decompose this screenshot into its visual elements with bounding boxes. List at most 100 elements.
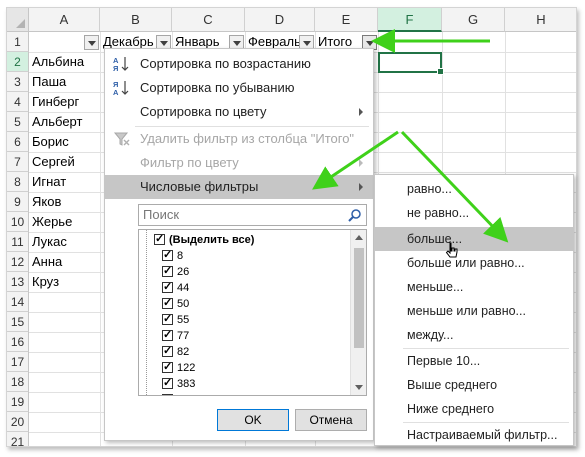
- checkbox-checked[interactable]: ✓: [162, 394, 173, 395]
- autofilter-menu: АЯ Сортировка по возрастанию ЯА Сортиров…: [104, 48, 374, 441]
- filter-search-input[interactable]: Поиск: [138, 204, 367, 226]
- search-icon[interactable]: [348, 208, 362, 222]
- submenu-item-greater-or-equal[interactable]: больше или равно...: [375, 251, 573, 275]
- select-all-corner[interactable]: [7, 8, 29, 32]
- menu-item-label: Фильтр по цвету: [140, 155, 239, 170]
- menu-item-sort-desc[interactable]: ЯА Сортировка по убыванию: [105, 76, 373, 100]
- list-item-label: 383: [177, 378, 196, 390]
- menu-item-clear-filter[interactable]: Удалить фильтр из столбца "Итого": [105, 127, 373, 151]
- checkbox-checked[interactable]: ✓: [162, 362, 173, 373]
- col-header-h[interactable]: H: [505, 8, 576, 32]
- menu-item-sort-asc[interactable]: АЯ Сортировка по возрастанию: [105, 52, 373, 76]
- col-header-e[interactable]: E: [315, 8, 378, 32]
- row-header[interactable]: 4: [7, 92, 29, 112]
- checkbox-checked[interactable]: ✓: [162, 250, 173, 261]
- row-header[interactable]: 3: [7, 72, 29, 92]
- list-item-label: 82: [177, 346, 190, 358]
- name-cell[interactable]: Лукас: [29, 232, 100, 252]
- submenu-item-between[interactable]: между...: [375, 323, 573, 347]
- list-item-label: (Выделить все): [169, 234, 255, 246]
- name-cell[interactable]: Игнат: [29, 172, 100, 192]
- name-cell[interactable]: Анна: [29, 252, 100, 272]
- menu-item-label: Сортировка по цвету: [140, 104, 267, 119]
- submenu-item-not-equals[interactable]: не равно...: [375, 201, 573, 225]
- menu-item-label: Числовые фильтры: [140, 179, 259, 194]
- row-header[interactable]: 8: [7, 172, 29, 192]
- col-header-d[interactable]: D: [245, 8, 315, 32]
- name-cell[interactable]: Паша: [29, 72, 100, 92]
- menu-item-label: Сортировка по возрастанию: [140, 56, 311, 71]
- tree-line: [146, 230, 147, 395]
- col-header-b[interactable]: B: [100, 8, 172, 32]
- menu-item-label: Удалить фильтр из столбца "Итого": [140, 131, 355, 146]
- checkbox-checked[interactable]: ✓: [154, 234, 165, 245]
- row-header[interactable]: 16: [7, 332, 29, 352]
- submenu-item-greater[interactable]: больше...: [375, 227, 573, 258]
- row-header[interactable]: 21: [7, 432, 29, 446]
- row-header[interactable]: 13: [7, 272, 29, 292]
- cancel-button[interactable]: Отмена: [295, 409, 367, 431]
- ok-button[interactable]: OK: [217, 409, 289, 431]
- scroll-up-icon[interactable]: [355, 235, 363, 240]
- name-cell[interactable]: Гинберг: [29, 92, 100, 112]
- row-header[interactable]: 7: [7, 152, 29, 172]
- submenu-item-less[interactable]: меньше...: [375, 275, 573, 299]
- submenu-item-below-average[interactable]: Ниже среднего: [375, 397, 573, 421]
- name-cell[interactable]: Сергей: [29, 152, 100, 172]
- list-scrollbar[interactable]: [350, 230, 366, 395]
- row-header[interactable]: 14: [7, 292, 29, 312]
- name-cell[interactable]: Круз: [29, 272, 100, 292]
- row-header[interactable]: 10: [7, 212, 29, 232]
- menu-item-filter-color[interactable]: Фильтр по цвету: [105, 151, 373, 175]
- row-header[interactable]: 15: [7, 312, 29, 332]
- submenu-item-above-average[interactable]: Выше среднего: [375, 373, 573, 397]
- row-header[interactable]: 17: [7, 352, 29, 372]
- name-cell[interactable]: Яков: [29, 192, 100, 212]
- row-header[interactable]: 5: [7, 112, 29, 132]
- row-header[interactable]: 19: [7, 392, 29, 412]
- col-header-f[interactable]: F: [378, 8, 442, 32]
- name-cell[interactable]: Альберт: [29, 112, 100, 132]
- scroll-thumb[interactable]: [354, 248, 364, 348]
- list-item-label: 8: [177, 250, 184, 262]
- checkbox-checked[interactable]: ✓: [162, 266, 173, 277]
- filter-dropdown-button[interactable]: [84, 35, 99, 50]
- svg-text:Я: Я: [113, 64, 118, 73]
- name-cell[interactable]: Альбина: [29, 52, 100, 72]
- col-header-a[interactable]: A: [29, 8, 100, 32]
- checkbox-checked[interactable]: ✓: [162, 314, 173, 325]
- submenu-item-top-10[interactable]: Первые 10...: [375, 349, 573, 373]
- row-header[interactable]: 1: [7, 32, 29, 52]
- checkbox-checked[interactable]: ✓: [162, 346, 173, 357]
- list-item-label: 44: [177, 282, 190, 294]
- name-cell[interactable]: Жерье: [29, 212, 100, 232]
- filter-values-list: ✓ (Выделить все) ✓ 8 ✓ 26 ✓ 44 ✓ 50 ✓ 55…: [138, 229, 367, 396]
- submenu-item-less-or-equal[interactable]: меньше или равно...: [375, 299, 573, 323]
- name-cell[interactable]: Борис: [29, 132, 100, 152]
- row-header[interactable]: 18: [7, 372, 29, 392]
- clear-filter-icon: [113, 130, 131, 148]
- list-item-label: 50: [177, 298, 190, 310]
- list-item-label: 26: [177, 266, 190, 278]
- list-item-label: 122: [177, 362, 196, 374]
- row-header[interactable]: 6: [7, 132, 29, 152]
- submenu-item-equals[interactable]: равно...: [375, 177, 573, 201]
- checkbox-checked[interactable]: ✓: [162, 378, 173, 389]
- checkbox-checked[interactable]: ✓: [162, 330, 173, 341]
- submenu-arrow-icon: [359, 159, 363, 167]
- submenu-item-custom-filter[interactable]: Настраиваемый фильтр...: [375, 423, 573, 447]
- menu-item-number-filters[interactable]: Числовые фильтры: [105, 175, 373, 199]
- col-header-c[interactable]: C: [172, 8, 245, 32]
- scroll-down-icon[interactable]: [355, 385, 363, 390]
- col-header-g[interactable]: G: [442, 8, 505, 32]
- checkbox-checked[interactable]: ✓: [162, 282, 173, 293]
- row-header[interactable]: 11: [7, 232, 29, 252]
- svg-text:А: А: [113, 88, 119, 97]
- row-header[interactable]: 20: [7, 412, 29, 432]
- row-header[interactable]: 12: [7, 252, 29, 272]
- menu-item-sort-color[interactable]: Сортировка по цвету: [105, 100, 373, 124]
- row-header[interactable]: 2: [7, 52, 29, 72]
- checkbox-checked[interactable]: ✓: [162, 298, 173, 309]
- row-header[interactable]: 9: [7, 192, 29, 212]
- active-cell-f2[interactable]: [378, 52, 444, 75]
